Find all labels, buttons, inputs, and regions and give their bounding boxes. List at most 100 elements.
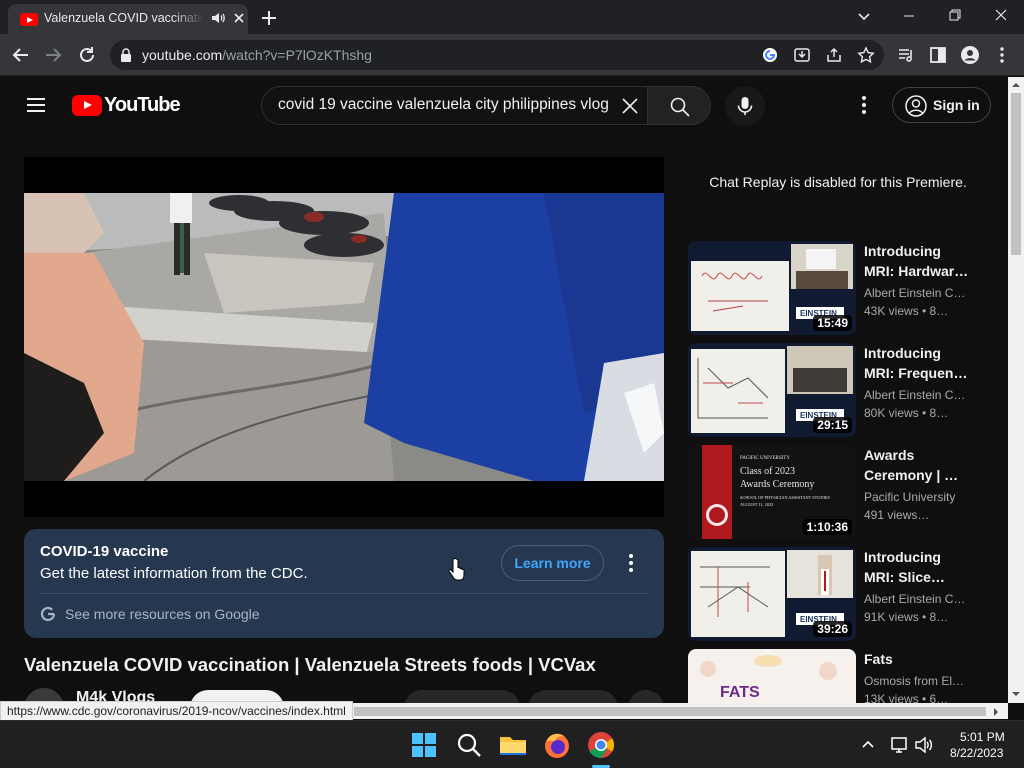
clock-time[interactable]: 5:01 PM [960, 730, 1005, 744]
windows-start-icon[interactable] [408, 729, 440, 761]
tab-title: Valenzuela COVID vaccination | Valenzuel… [44, 11, 204, 25]
back-arrow-icon[interactable] [10, 44, 32, 66]
search-box[interactable]: covid 19 vaccine valenzuela city philipp… [261, 86, 647, 125]
media-control-icon[interactable] [896, 45, 916, 65]
duration-badge: 1:10:36 [802, 519, 852, 535]
svg-text:PACIFIC UNIVERSITY: PACIFIC UNIVERSITY [740, 456, 790, 461]
search-button[interactable] [647, 86, 711, 125]
firefox-icon[interactable] [541, 729, 573, 761]
search-input[interactable]: covid 19 vaccine valenzuela city philipp… [278, 96, 622, 114]
address-bar[interactable]: youtube.com/watch?v=P7lOzKThshg [110, 40, 884, 70]
recommended-video[interactable]: EINSTEIN 29:15 Introducing MRI: Frequen…… [688, 343, 988, 439]
video-meta: 80K views • 8… [864, 406, 949, 420]
video-thumbnail[interactable]: EINSTEIN 29:15 [688, 343, 856, 437]
google-resources-link[interactable]: See more resources on Google [65, 606, 260, 622]
browser-tab[interactable]: Valenzuela COVID vaccination | Valenzuel… [8, 4, 248, 34]
restore-window-icon[interactable] [932, 0, 978, 30]
search-icon [670, 97, 690, 117]
svg-text:FATS: FATS [720, 684, 760, 701]
tab-strip: Valenzuela COVID vaccination | Valenzuel… [0, 0, 1024, 34]
sign-in-label: Sign in [933, 97, 980, 113]
svg-text:Class of 2023: Class of 2023 [740, 466, 795, 477]
share-icon[interactable] [825, 46, 843, 64]
voice-search-button[interactable] [725, 86, 765, 126]
profile-icon[interactable] [960, 45, 980, 65]
duration-badge: 29:15 [813, 417, 852, 433]
video-thumbnail[interactable]: EINSTEIN 39:26 [688, 547, 856, 641]
info-panel-title: COVID-19 vaccine [40, 543, 169, 560]
chrome-icon[interactable] [585, 729, 617, 761]
close-tab-icon[interactable] [232, 11, 246, 25]
duration-badge: 39:26 [813, 621, 852, 637]
video-frame [24, 193, 664, 481]
windows-taskbar: 5:01 PM 8/22/2023 [0, 720, 1024, 768]
recommended-video[interactable]: FATS Fats Osmosis from El… 13K views • 6… [688, 649, 988, 703]
chevron-up-icon[interactable] [860, 737, 876, 753]
settings-menu-icon[interactable] [854, 93, 874, 117]
forward-arrow-icon[interactable] [42, 44, 64, 66]
channel-name: Albert Einstein C… [864, 388, 966, 402]
channel-name: Albert Einstein C… [864, 592, 966, 606]
scroll-up-arrow-icon[interactable] [1011, 81, 1021, 89]
minimize-window-icon[interactable] [886, 0, 932, 30]
channel-name: Albert Einstein C… [864, 286, 966, 300]
close-window-icon[interactable] [978, 0, 1024, 30]
chevron-down-icon[interactable] [854, 6, 874, 26]
thumbnail-image: FATS [688, 649, 856, 703]
file-explorer-icon[interactable] [497, 729, 529, 761]
recommended-video[interactable]: PACIFIC UNIVERSITY Class of 2023 Awards … [688, 445, 988, 541]
scrollbar-thumb[interactable] [354, 707, 986, 716]
new-tab-icon[interactable] [258, 7, 280, 29]
volume-icon[interactable] [914, 735, 934, 755]
network-icon[interactable] [890, 735, 910, 755]
duration-badge: 15:49 [813, 315, 852, 331]
video-title: Introducing MRI: Slice… [864, 549, 945, 585]
video-title: Introducing MRI: Hardwar… [864, 243, 969, 279]
video-thumbnail[interactable]: FATS [688, 649, 856, 703]
video-thumbnail[interactable]: PACIFIC UNIVERSITY Class of 2023 Awards … [688, 445, 856, 539]
info-panel: COVID-19 vaccine Get the latest informat… [24, 529, 664, 638]
url-text: youtube.com/watch?v=P7lOzKThshg [142, 47, 372, 63]
clock-date[interactable]: 8/22/2023 [950, 746, 1003, 760]
kebab-menu-icon[interactable] [992, 45, 1012, 65]
svg-text:Awards Ceremony: Awards Ceremony [740, 479, 814, 490]
install-app-icon[interactable] [793, 46, 811, 64]
learn-more-button[interactable]: Learn more [501, 545, 604, 581]
recommended-video[interactable]: EINSTEIN 15:49 Introducing MRI: Hardwar…… [688, 241, 988, 337]
youtube-header: YouTube covid 19 vaccine valenzuela city… [0, 77, 1008, 133]
info-panel-subtitle: Get the latest information from the CDC. [40, 565, 308, 582]
video-meta: 491 views… [864, 508, 930, 522]
vertical-scrollbar[interactable] [1008, 77, 1024, 703]
divider [40, 593, 648, 594]
video-meta: 13K views • 6… [864, 692, 949, 703]
logo-text: YouTube [104, 94, 181, 116]
microphone-icon [737, 97, 753, 115]
video-title: Valenzuela COVID vaccination | Valenzuel… [24, 654, 596, 675]
youtube-play-icon [72, 95, 102, 116]
bookmark-star-icon[interactable] [857, 46, 875, 64]
scroll-down-arrow-icon[interactable] [1011, 690, 1021, 698]
video-player[interactable] [24, 157, 664, 517]
recommended-video[interactable]: EINSTEIN 39:26 Introducing MRI: Slice… A… [688, 547, 988, 643]
google-g-icon [40, 606, 56, 622]
channel-name: Osmosis from El… [864, 674, 965, 688]
search-icon[interactable] [453, 729, 485, 761]
clear-search-icon[interactable] [619, 95, 641, 117]
more-options-icon[interactable] [624, 551, 638, 575]
video-title: Fats [864, 651, 893, 667]
scrollbar-thumb[interactable] [1011, 93, 1021, 255]
video-thumbnail[interactable]: EINSTEIN 15:49 [688, 241, 856, 335]
side-panel-icon[interactable] [928, 45, 948, 65]
lock-icon[interactable] [120, 48, 132, 62]
link-status-url: https://www.cdc.gov/coronavirus/2019-nco… [0, 701, 353, 721]
speaker-icon[interactable] [210, 10, 226, 26]
video-meta: 43K views • 8… [864, 304, 949, 318]
scroll-right-arrow-icon[interactable] [992, 707, 1000, 717]
hamburger-menu-icon[interactable] [24, 93, 48, 117]
sign-in-button[interactable]: Sign in [892, 87, 991, 123]
reload-icon[interactable] [76, 44, 98, 66]
google-lens-icon[interactable] [761, 46, 779, 64]
chat-replay-notice: Chat Replay is disabled for this Premier… [709, 174, 967, 190]
video-title: Introducing MRI: Frequen… [864, 345, 968, 381]
svg-text:SCHOOL OF PHYSICIAN ASSISTANT: SCHOOL OF PHYSICIAN ASSISTANT STUDIES [740, 495, 831, 500]
